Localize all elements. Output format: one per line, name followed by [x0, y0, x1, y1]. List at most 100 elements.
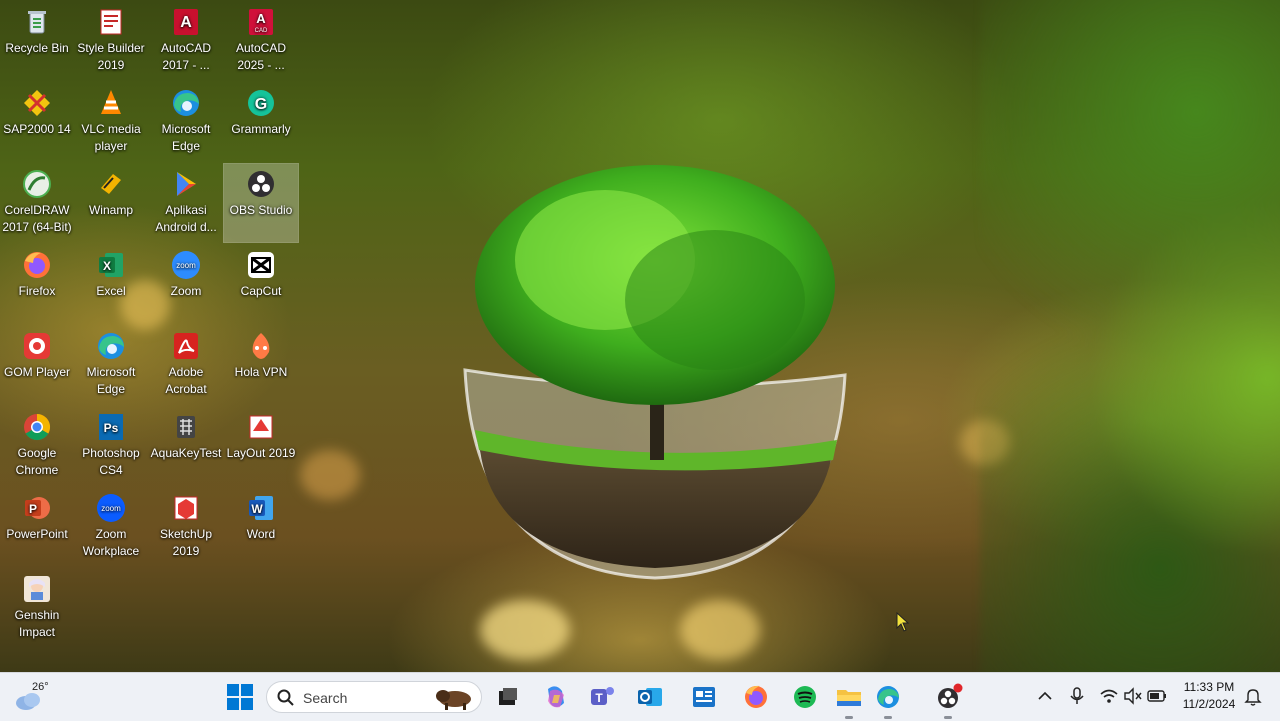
spotify-icon[interactable]	[789, 681, 821, 713]
edge-taskbar-button[interactable]	[872, 681, 904, 719]
desktop-icon-zoom[interactable]: zoom Zoom	[149, 245, 223, 323]
desktop-icon-label: VLC media player	[81, 122, 141, 153]
desktop-icon-google-play[interactable]: Aplikasi Android d...	[149, 164, 223, 242]
desktop-icon-autocad-2017[interactable]: A AutoCAD 2017 - ...	[149, 2, 223, 80]
svg-text:X: X	[103, 259, 111, 273]
speaker-muted-icon[interactable]	[1122, 685, 1144, 707]
desktop-icon-edge[interactable]: Microsoft Edge	[74, 326, 148, 404]
desktop-icon-label: GOM Player	[3, 365, 70, 379]
sap2000-icon	[24, 90, 50, 116]
aquakeytest-icon	[177, 416, 195, 438]
taskbar-search-box[interactable]: Search	[266, 681, 482, 713]
recycle-bin-icon	[28, 11, 46, 34]
hola-vpn-icon	[252, 333, 270, 359]
genshin-icon	[24, 576, 50, 602]
svg-text:G: G	[255, 96, 267, 113]
desktop-icon-capcut[interactable]: CapCut	[224, 245, 298, 323]
svg-text:Ps: Ps	[104, 421, 119, 435]
desktop-icon-winamp[interactable]: Winamp	[74, 164, 148, 242]
powerpoint-icon: P	[25, 497, 50, 519]
desktop-icon-hola-vpn[interactable]: Hola VPN	[224, 326, 298, 404]
outlook-icon[interactable]	[634, 681, 666, 713]
desktop-icon-label: Recycle Bin	[5, 41, 69, 55]
desktop-icon-label: AquaKeyTest	[150, 446, 222, 460]
bokeh-light	[680, 600, 760, 660]
terrarium-tree-image	[463, 165, 847, 580]
desktop-icon-label: Google Chrome	[15, 446, 59, 477]
firefox-icon[interactable]	[740, 681, 772, 713]
desktop-icon-label: Microsoft Edge	[161, 122, 211, 153]
search-icon	[277, 689, 294, 706]
wifi-icon[interactable]	[1098, 685, 1120, 707]
desktop-icon-excel[interactable]: X Excel	[74, 245, 148, 323]
firefox-icon	[24, 252, 50, 278]
notification-bell-icon[interactable]	[1242, 685, 1264, 707]
zoom-icon: zoom	[172, 251, 200, 279]
running-indicator	[884, 716, 892, 719]
svg-text:A: A	[180, 14, 192, 31]
desktop-icon-gom-player[interactable]: GOM Player	[0, 326, 74, 404]
desktop-icon-label: AutoCAD 2017 - ...	[160, 41, 212, 72]
desktop-icon-label: LayOut 2019	[226, 446, 296, 460]
svg-text:zoom: zoom	[176, 261, 196, 270]
vlc-icon	[101, 90, 121, 114]
desktop-icon-style-builder[interactable]: Style Builder 2019	[74, 2, 148, 80]
edge-icon	[98, 333, 124, 359]
desktop-icon-coreldraw[interactable]: CorelDRAW 2017 (64-Bit)	[0, 164, 74, 242]
autocad-2025-icon: A CAD	[249, 9, 273, 35]
bokeh-light	[300, 450, 360, 500]
desktop-icon-obs[interactable]: OBS Studio	[223, 163, 299, 243]
search-placeholder: Search	[303, 690, 348, 706]
desktop-icon-label: Excel	[96, 284, 126, 298]
copilot-icon[interactable]	[540, 681, 572, 713]
desktop-icon-vlc[interactable]: VLC media player	[74, 83, 148, 161]
desktop-icon-aquakeytest[interactable]: AquaKeyTest	[149, 407, 223, 485]
microphone-icon[interactable]	[1066, 685, 1088, 707]
file-explorer-icon	[837, 690, 861, 706]
desktop-icon-chrome[interactable]: Google Chrome	[0, 407, 74, 485]
autocad-2017-icon: A	[174, 9, 198, 35]
mouse-cursor-icon	[896, 612, 910, 632]
desktop-icon-autocad-2025[interactable]: A CAD AutoCAD 2025 - ...	[224, 2, 298, 80]
desktop-icon-sketchup[interactable]: SketchUp 2019	[149, 488, 223, 566]
desktop-icon-zoom-workplace[interactable]: zoom Zoom Workplace	[74, 488, 148, 566]
sketchup-icon	[174, 496, 198, 520]
file-explorer-button[interactable]	[833, 681, 865, 719]
start-icon[interactable]	[226, 683, 254, 711]
news-icon[interactable]	[688, 681, 720, 713]
taskbar-clock[interactable]: 11:33 PM 11/2/2024	[1176, 679, 1242, 713]
desktop-icon-powerpoint[interactable]: P PowerPoint	[0, 488, 74, 566]
excel-icon: X	[99, 253, 123, 277]
desktop-icon-layout[interactable]: LayOut 2019	[224, 407, 298, 485]
desktop-icon-label: Grammarly	[231, 122, 291, 136]
clock-date: 11/2/2024	[1182, 697, 1236, 711]
desktop-icon-label: Photoshop CS4	[82, 446, 140, 477]
teams-icon[interactable]: T	[586, 681, 618, 713]
desktop-icon-sap2000[interactable]: SAP2000 14	[0, 83, 74, 161]
word-icon: W	[249, 496, 273, 520]
desktop-icon-acrobat[interactable]: Adobe Acrobat	[149, 326, 223, 404]
desktop-icon-grammarly[interactable]: G Grammarly	[224, 83, 298, 161]
obs-taskbar-button[interactable]	[932, 681, 964, 719]
desktop-icon-edge[interactable]: Microsoft Edge	[149, 83, 223, 161]
acrobat-icon	[174, 333, 198, 359]
desktop-icon-recycle-bin[interactable]: Recycle Bin	[0, 2, 74, 80]
desktop-icon-label: Winamp	[88, 203, 133, 217]
desktop-icon-firefox[interactable]: Firefox	[0, 245, 74, 323]
winamp-icon	[101, 174, 121, 194]
desktop-icon-genshin[interactable]: Genshin Impact	[0, 569, 74, 647]
zoom-workplace-icon: zoom	[97, 494, 125, 522]
task-view-icon[interactable]	[492, 681, 524, 713]
desktop-icon-label: PowerPoint	[6, 527, 68, 541]
desktop-icon-label: CapCut	[240, 284, 282, 298]
desktop-icon-label: Zoom Workplace	[82, 527, 140, 558]
running-indicator	[845, 716, 853, 719]
svg-text:A: A	[256, 11, 266, 26]
battery-icon[interactable]	[1146, 685, 1168, 707]
desktop-icon-word[interactable]: W Word	[224, 488, 298, 566]
desktop-icon-label: Microsoft Edge	[86, 365, 136, 396]
coreldraw-icon	[23, 170, 51, 198]
weather-widget[interactable]: 26°	[14, 679, 54, 715]
desktop-icon-photoshop[interactable]: Ps Photoshop CS4	[74, 407, 148, 485]
chevron-up-icon[interactable]	[1034, 685, 1056, 707]
